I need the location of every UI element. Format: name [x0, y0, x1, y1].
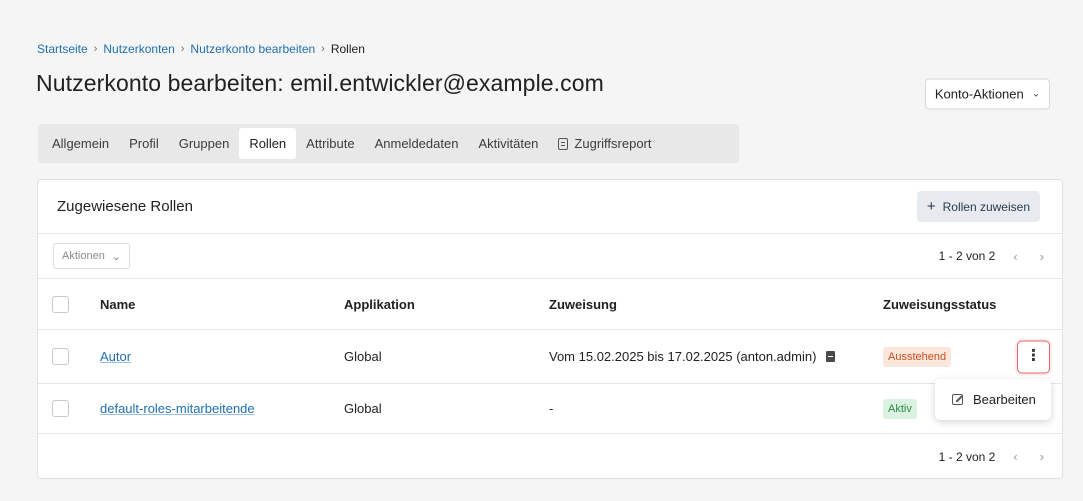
pagination-text: 1 - 2 von 2: [938, 249, 996, 263]
tab-label: Attribute: [306, 136, 355, 151]
role-app: Global: [344, 349, 382, 364]
tab-zugriffsreport[interactable]: Zugriffsreport: [548, 128, 661, 159]
assignment-text: Vom 15.02.2025 bis 17.02.2025 (anton.adm…: [549, 349, 817, 364]
pagination-text: 1 - 2 von 2: [938, 449, 996, 464]
chevron-right-icon[interactable]: ›: [1036, 249, 1048, 264]
note-icon[interactable]: [826, 351, 836, 362]
select-all-checkbox[interactable]: [52, 295, 69, 313]
role-assignment: Vom 15.02.2025 bis 17.02.2025 (anton.adm…: [549, 349, 836, 364]
plus-icon: +: [926, 198, 936, 215]
card-header: Zugewiesene Rollen + Rollen zuweisen: [38, 180, 1062, 234]
tab-gruppen[interactable]: Gruppen: [169, 128, 240, 159]
tab-label: Allgemein: [52, 136, 110, 151]
tab-rollen[interactable]: Rollen: [239, 128, 297, 159]
account-actions-label: Konto-Aktionen: [934, 86, 1024, 102]
row-checkbox[interactable]: [52, 400, 69, 417]
table-row: Autor Global Vom 15.02.2025 bis 17.02.20…: [38, 330, 1062, 384]
row-context-menu-edit[interactable]: Bearbeiten: [935, 379, 1051, 420]
table-header-row: Name Applikation Zuweisung Zuweisungssta…: [38, 279, 1062, 330]
tab-label: Gruppen: [178, 136, 230, 151]
tab-label: Aktivitäten: [478, 136, 539, 151]
tab-allgemein[interactable]: Allgemein: [42, 128, 119, 159]
breadcrumb-separator: ›: [93, 43, 98, 55]
tab-aktivitaeten[interactable]: Aktivitäten: [468, 128, 548, 159]
breadcrumb-separator: ›: [180, 43, 185, 55]
breadcrumb-nutzerkonten[interactable]: Nutzerkonten: [103, 42, 174, 56]
tab-bar: Allgemein Profil Gruppen Rollen Attribut…: [38, 124, 739, 163]
chevron-down-icon: ⌄: [111, 250, 122, 263]
role-assignment: -: [549, 401, 554, 416]
row-actions-button[interactable]: ⋮: [1017, 340, 1050, 373]
assign-roles-label: Rollen zuweisen: [942, 199, 1030, 214]
page-title: Nutzerkonto bearbeiten: emil.entwickler@…: [36, 70, 604, 96]
account-actions-button[interactable]: Konto-Aktionen ⌄: [925, 78, 1050, 110]
breadcrumb-startseite[interactable]: Startseite: [37, 42, 88, 56]
column-header-name[interactable]: Name: [100, 297, 135, 312]
pagination-top: 1 - 2 von 2 ‹ ›: [939, 249, 1048, 264]
kebab-icon: ⋮: [1025, 347, 1042, 365]
pagination-bottom: 1 - 2 von 2 ‹ ›: [939, 449, 1048, 464]
table-footer: 1 - 2 von 2 ‹ ›: [38, 434, 1062, 479]
breadcrumb-separator: ›: [321, 43, 325, 55]
tab-anmeldedaten[interactable]: Anmeldedaten: [365, 128, 469, 159]
chevron-left-icon[interactable]: ‹: [1009, 449, 1021, 464]
chevron-down-icon: ⌄: [1031, 88, 1041, 100]
tab-label: Zugriffsreport: [574, 136, 652, 151]
role-name-link[interactable]: default-roles-mitarbeitende: [100, 401, 255, 416]
row-checkbox[interactable]: [52, 348, 69, 365]
column-header-app[interactable]: Applikation: [344, 297, 415, 312]
actions-dropdown[interactable]: Aktionen ⌄: [53, 243, 131, 269]
status-badge: Ausstehend: [883, 346, 952, 367]
role-name-link[interactable]: Autor: [100, 349, 131, 364]
card-title: Zugewiesene Rollen: [57, 198, 193, 215]
tab-label: Anmeldedaten: [374, 136, 459, 151]
edit-label: Bearbeiten: [973, 392, 1036, 407]
edit-icon: [952, 394, 963, 405]
breadcrumb: Startseite › Nutzerkonten › Nutzerkonto …: [37, 42, 365, 56]
column-header-status[interactable]: Zuweisungsstatus: [883, 297, 996, 312]
status-badge: Aktiv: [883, 398, 917, 419]
table-row: default-roles-mitarbeitende Global - Akt…: [38, 384, 1062, 434]
assign-roles-button[interactable]: + Rollen zuweisen: [916, 191, 1040, 222]
table-toolbar: Aktionen ⌄ 1 - 2 von 2 ‹ ›: [38, 234, 1062, 279]
tab-label: Profil: [129, 136, 159, 151]
tab-label: Rollen: [249, 136, 287, 151]
role-app: Global: [344, 401, 382, 416]
breadcrumb-nutzerkonto-bearbeiten[interactable]: Nutzerkonto bearbeiten: [190, 42, 315, 56]
column-header-assignment[interactable]: Zuweisung: [549, 297, 617, 312]
chevron-right-icon[interactable]: ›: [1036, 449, 1048, 464]
tab-attribute[interactable]: Attribute: [296, 128, 364, 159]
actions-dropdown-label: Aktionen: [62, 250, 105, 262]
chevron-left-icon[interactable]: ‹: [1009, 249, 1021, 264]
report-icon: [558, 137, 569, 150]
tab-profil[interactable]: Profil: [119, 128, 169, 159]
breadcrumb-current: Rollen: [330, 42, 365, 56]
assigned-roles-card: Zugewiesene Rollen + Rollen zuweisen Akt…: [37, 179, 1063, 479]
